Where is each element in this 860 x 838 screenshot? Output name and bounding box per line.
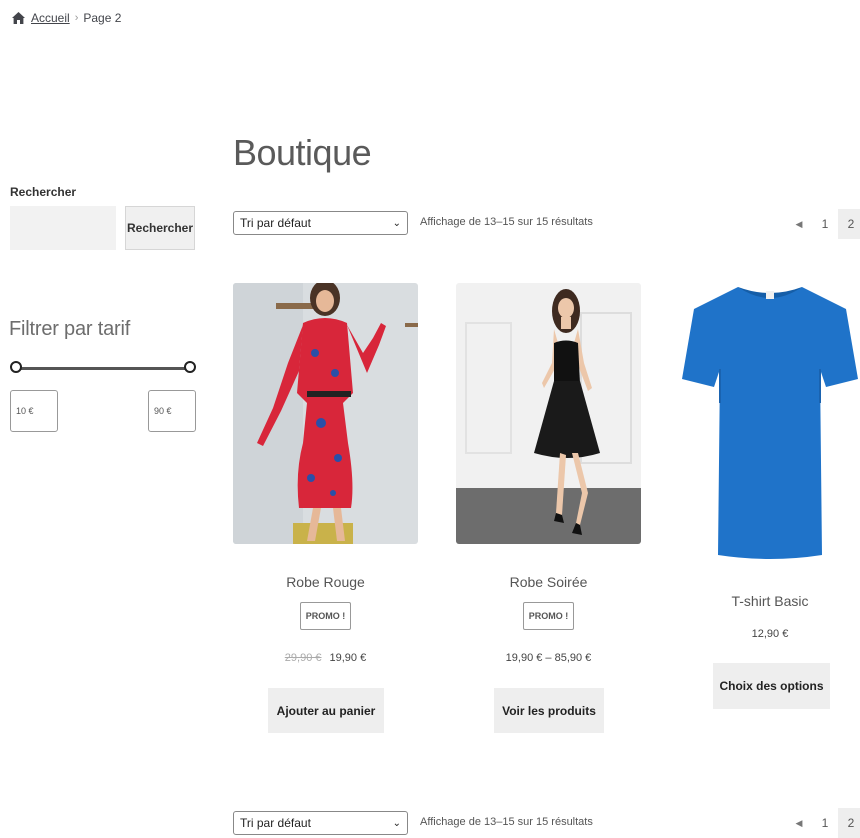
product-name-robe-rouge[interactable]: Robe Rouge [233, 574, 418, 590]
product-image-robe-rouge[interactable] [233, 283, 418, 544]
old-price: 29,90 € [284, 652, 322, 664]
search-widget-title: Rechercher [10, 185, 77, 199]
black-dress-photo [456, 283, 641, 544]
product-price-robe-rouge: 29,90 € 19,90 € [233, 652, 418, 664]
slider-max-handle[interactable] [184, 361, 196, 373]
pagination: ◀ 1 2 [786, 209, 860, 239]
product-price-tshirt-basic: 12,90 € [751, 628, 789, 640]
pagination-page-2-current: 2 [838, 209, 860, 239]
search-button[interactable]: Rechercher [125, 206, 195, 250]
product-image-robe-soiree[interactable] [456, 283, 641, 544]
add-to-cart-button[interactable]: Ajouter au panier [268, 688, 384, 733]
pagination-page-2-current: 2 [838, 808, 860, 838]
pagination-page-1[interactable]: 1 [812, 209, 838, 239]
sale-price: 19,90 € [329, 652, 367, 664]
promo-badge: PROMO ! [523, 602, 574, 630]
breadcrumb-home-link[interactable]: Accueil [31, 11, 70, 25]
view-products-button[interactable]: Voir les produits [494, 688, 604, 733]
sort-select-bottom[interactable]: Tri par défaut ⌄ [233, 811, 408, 835]
select-options-button[interactable]: Choix des options [713, 663, 830, 709]
slider-min-handle[interactable] [10, 361, 22, 373]
slider-track [15, 367, 191, 370]
product-name-tshirt-basic[interactable]: T-shirt Basic [680, 593, 860, 609]
breadcrumb: Accueil › Page 2 [12, 11, 121, 25]
sort-select[interactable]: Tri par défaut ⌄ [233, 211, 408, 235]
pagination-page-1[interactable]: 1 [812, 808, 838, 838]
blue-tshirt-photo [680, 283, 860, 565]
pagination-prev-icon[interactable]: ◀ [786, 209, 812, 239]
chevron-down-icon: ⌄ [392, 217, 401, 229]
breadcrumb-separator: › [74, 12, 79, 24]
search-input[interactable] [10, 206, 116, 250]
breadcrumb-current: Page 2 [83, 11, 122, 25]
result-count: Affichage de 13–15 sur 15 résultats [420, 216, 593, 228]
pagination-bottom: ◀ 1 2 [786, 808, 860, 838]
price-range-slider[interactable] [10, 361, 196, 377]
promo-badge: PROMO ! [300, 602, 351, 630]
chevron-down-icon: ⌄ [392, 817, 401, 829]
sort-select-value: Tri par défaut [240, 216, 311, 230]
red-dress-photo [233, 283, 418, 544]
price-max-field[interactable]: 90 € [148, 390, 196, 432]
product-price-robe-soiree: 19,90 € – 85,90 € [505, 652, 592, 664]
product-name-robe-soiree[interactable]: Robe Soirée [456, 574, 641, 590]
home-icon[interactable] [12, 12, 25, 24]
page-title: Boutique [233, 132, 372, 173]
result-count-bottom: Affichage de 13–15 sur 15 résultats [420, 816, 593, 828]
product-image-tshirt-basic[interactable] [680, 283, 860, 565]
price-min-field[interactable]: 10 € [10, 390, 58, 432]
price-filter-title: Filtrer par tarif [9, 318, 131, 340]
sort-select-value: Tri par défaut [240, 816, 311, 830]
pagination-prev-icon[interactable]: ◀ [786, 808, 812, 838]
